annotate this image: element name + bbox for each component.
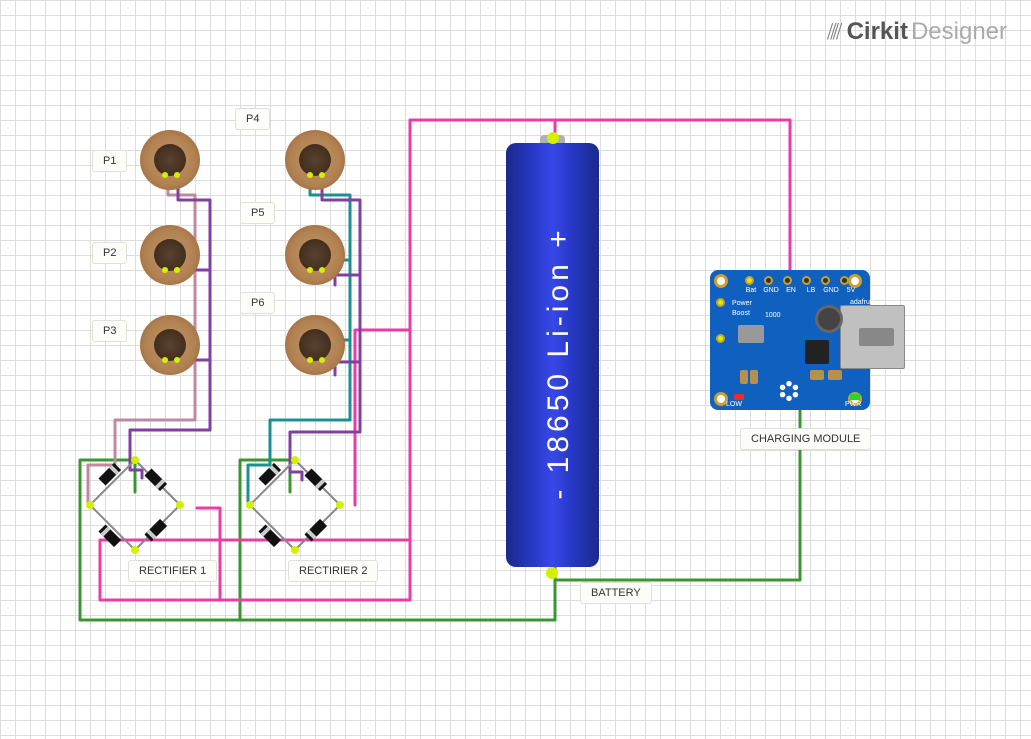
piezo-p6 [285,315,345,375]
smd-cap [750,370,758,384]
label-p3: P3 [92,320,127,342]
adafruit-flower-icon [778,380,800,402]
piezo-p1 [140,130,200,190]
chip-icon [805,340,829,364]
text-adafruit: adafruit [850,299,873,306]
label-p6: P6 [240,292,275,314]
pin-gnd1 [764,276,773,285]
pin-5v [840,276,849,285]
text-boost: Boost [732,310,750,317]
piezo-p5 [285,225,345,285]
smd-cap [828,370,842,380]
led-pwr [850,394,860,400]
label-battery: BATTERY [580,582,652,604]
label-rectifier-2: RECTIRIER 2 [288,560,378,582]
pin-lb [802,276,811,285]
label-p4: P4 [235,108,270,130]
pin-side-minus [716,334,725,343]
pin-gnd2 [821,276,830,285]
smd-cap [810,370,824,380]
pin-bat [745,276,754,285]
text-1000: 1000 [765,312,781,319]
battery-18650: - 18650 Li-ion + [500,135,605,575]
led-low [734,394,744,400]
text-pwr: PWR [845,401,861,408]
charging-module: Bat GND EN LB GND 5V Power Boost 1000 ad… [710,270,905,410]
jst-connector [738,325,764,343]
label-p2: P2 [92,242,127,264]
label-p5: P5 [240,202,275,224]
label-charging-module: CHARGING MODULE [740,428,871,450]
piezo-p4 [285,130,345,190]
battery-text: - 18650 Li-ion + [506,143,611,583]
label-rectifier-1: RECTIFIER 1 [128,560,217,582]
inductor-icon [815,305,843,333]
smd-cap [740,370,748,384]
piezo-p2 [140,225,200,285]
pin-labels: Bat GND EN LB GND 5V [742,287,860,294]
pin-side-plus [716,298,725,307]
text-power: Power [732,300,752,307]
piezo-p3 [140,315,200,375]
label-p1: P1 [92,150,127,172]
pin-en [783,276,792,285]
text-low: LOW [726,401,742,408]
